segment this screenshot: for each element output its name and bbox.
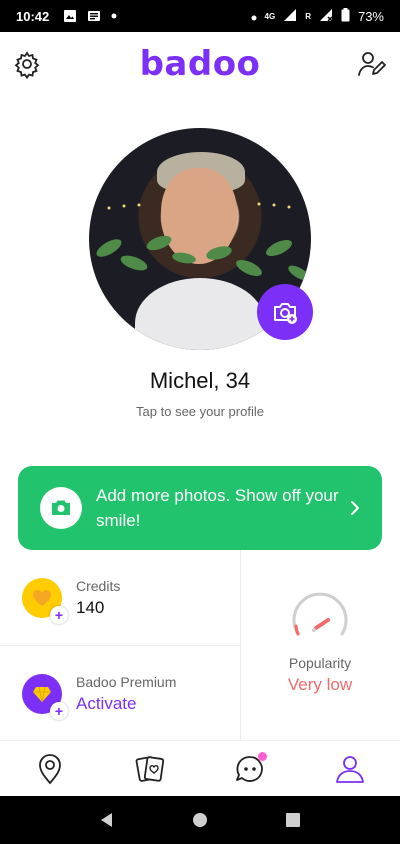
signal-2-icon <box>319 8 333 25</box>
credits-value: 140 <box>76 598 105 617</box>
credits-icon-circle: + <box>22 578 68 624</box>
roaming-indicator: R <box>305 11 311 21</box>
premium-label: Badoo Premium <box>76 674 177 690</box>
photo-circle <box>40 487 82 529</box>
premium-icon-circle: + <box>22 674 68 720</box>
more-notifications-icon <box>111 13 117 19</box>
popularity-item[interactable]: Popularity Very low <box>240 590 400 695</box>
add-photos-banner[interactable]: Add more photos. Show off your smile! <box>18 466 382 550</box>
back-icon[interactable] <box>98 811 116 829</box>
nav-encounters[interactable] <box>125 744 175 794</box>
gear-icon <box>14 51 40 80</box>
popularity-value: Very low <box>287 675 353 694</box>
add-credits-icon[interactable]: + <box>50 606 68 624</box>
system-nav-bar <box>0 796 400 844</box>
cards-icon <box>135 755 165 782</box>
edit-profile-icon <box>358 52 386 76</box>
battery-level: 73% <box>357 8 384 24</box>
nav-messages[interactable] <box>225 744 275 794</box>
banner-text: Add more photos. Show off your smile! <box>96 486 339 530</box>
profile-name: Michel, 34 <box>149 368 251 393</box>
horizontal-divider <box>0 645 240 646</box>
network-type: 4G <box>264 11 276 21</box>
unread-dot-icon <box>258 751 267 761</box>
image-notification-icon <box>63 9 77 23</box>
bottom-nav <box>0 740 400 796</box>
signal-icon <box>283 8 297 25</box>
leaves <box>96 235 310 281</box>
app-header: badoo <box>0 32 400 96</box>
credits-label: Credits <box>76 578 121 594</box>
credits-item[interactable]: + Credits 140 <box>22 578 121 624</box>
diamond-icon <box>33 686 51 703</box>
profile-section[interactable]: Michel, 34 Tap to see your profile <box>0 128 400 419</box>
nav-people-nearby[interactable] <box>25 744 75 794</box>
location-pin-icon <box>39 753 61 784</box>
popularity-gauge-icon <box>292 592 348 636</box>
status-time: 10:42 <box>16 8 50 24</box>
add-premium-icon[interactable]: + <box>50 702 68 720</box>
profile-photo[interactable] <box>89 128 313 350</box>
status-bar: 10:42 4G R 73% <box>0 0 400 32</box>
news-notification-icon <box>87 9 101 23</box>
premium-activate-link[interactable]: Activate <box>76 694 176 714</box>
camera-plus-icon <box>274 303 297 324</box>
dot-icon <box>251 9 257 24</box>
add-photo-button[interactable] <box>257 284 313 340</box>
profile-hint: Tap to see your profile <box>136 404 264 419</box>
profile-icon <box>336 755 364 783</box>
badoo-logo: badoo <box>139 44 261 84</box>
recents-icon[interactable] <box>284 811 302 829</box>
popularity-label: Popularity <box>288 655 352 671</box>
nav-profile[interactable] <box>325 744 375 794</box>
chevron-right-icon <box>351 501 359 515</box>
settings-button[interactable] <box>12 49 42 80</box>
camera-icon <box>52 500 70 515</box>
premium-item[interactable]: + Badoo Premium Activate <box>22 674 177 720</box>
edit-profile-button[interactable] <box>356 49 386 79</box>
heart-icon <box>33 590 51 606</box>
stats-section: + Credits 140 + Badoo Premium Activate P… <box>0 550 400 740</box>
battery-icon <box>341 7 350 25</box>
home-icon[interactable] <box>191 811 209 829</box>
